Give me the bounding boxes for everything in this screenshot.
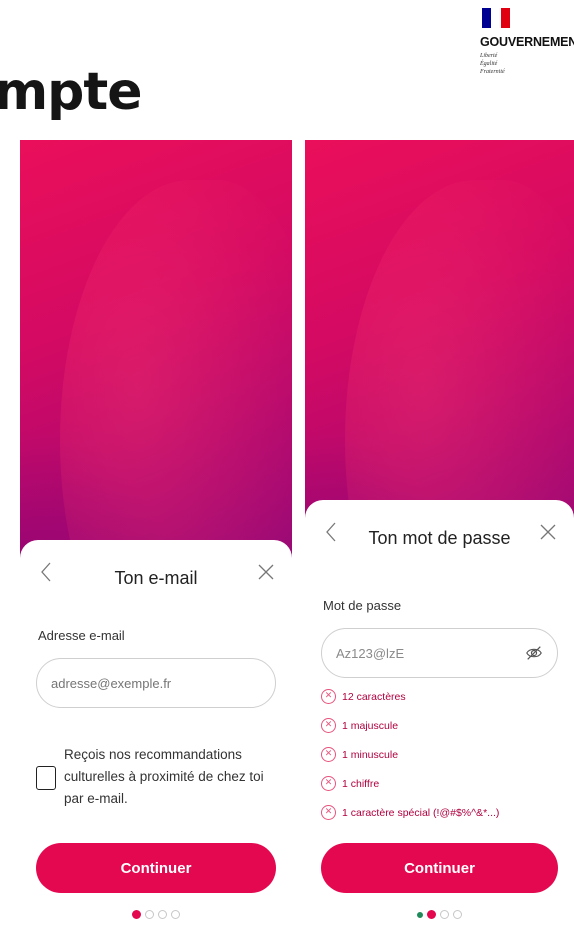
email-field-label: Adresse e-mail xyxy=(38,628,125,643)
step-dot-done xyxy=(417,911,423,918)
continue-button[interactable]: Continuer xyxy=(36,843,276,893)
rule-text: 1 majuscule xyxy=(342,719,399,732)
circle-x-icon: ✕ xyxy=(321,689,336,704)
recommendations-optin[interactable]: Reçois nos recommandations culturelles à… xyxy=(36,744,276,810)
circle-x-icon: ✕ xyxy=(321,776,336,791)
password-field-label: Mot de passe xyxy=(323,598,402,613)
password-input[interactable] xyxy=(336,645,525,661)
government-logo: GOUVERNEMENT Liberté Égalité Fraternité xyxy=(480,8,574,108)
step-indicator xyxy=(305,910,574,919)
eye-icon[interactable] xyxy=(525,644,543,662)
circle-x-icon: ✕ xyxy=(321,805,336,820)
step-dot-active xyxy=(132,910,141,919)
step-dot xyxy=(158,910,167,919)
close-button[interactable] xyxy=(254,560,278,584)
motto-liberte: Liberté xyxy=(480,53,498,59)
sheet-header: Ton e-mail xyxy=(20,540,292,600)
french-flag-icon xyxy=(482,8,510,28)
continue-button[interactable]: Continuer xyxy=(321,843,558,893)
motto-egalite: Égalité xyxy=(480,61,498,67)
rule-item: ✕ 12 caractères xyxy=(321,682,564,711)
recommendations-label: Reçois nos recommandations culturelles à… xyxy=(64,747,264,806)
email-field[interactable] xyxy=(36,658,276,708)
password-sheet: Ton mot de passe Mot de passe ✕ 12 carac… xyxy=(305,500,574,926)
sheet-title: Ton e-mail xyxy=(114,568,198,588)
step-dot xyxy=(440,910,449,919)
close-icon xyxy=(258,564,274,580)
sheet-header: Ton mot de passe xyxy=(305,500,574,560)
step-dot xyxy=(453,910,462,919)
rule-item: ✕ 1 minuscule xyxy=(321,740,564,769)
step-dot-active xyxy=(427,910,436,919)
rule-item: ✕ 1 majuscule xyxy=(321,711,564,740)
email-screen: Ton e-mail Adresse e-mail Reçois nos rec… xyxy=(20,140,292,926)
rule-text: 1 chiffre xyxy=(342,777,380,790)
rule-text: 1 minuscule xyxy=(342,748,399,761)
close-button[interactable] xyxy=(536,520,560,544)
close-icon xyxy=(540,524,556,540)
password-screen: Ton mot de passe Mot de passe ✕ 12 carac… xyxy=(305,140,574,926)
email-input[interactable] xyxy=(51,675,261,691)
circle-x-icon: ✕ xyxy=(321,747,336,762)
government-name: GOUVERNEMENT xyxy=(480,35,574,49)
rule-text: 12 caractères xyxy=(342,690,406,703)
motto-fraternite: Fraternité xyxy=(480,69,505,75)
rule-item: ✕ 1 caractère spécial (!@#$%^&*...) xyxy=(321,798,564,827)
step-dot xyxy=(145,910,154,919)
password-field[interactable] xyxy=(321,628,558,678)
step-indicator xyxy=(20,910,292,919)
recommendations-checkbox[interactable] xyxy=(36,766,56,790)
password-rules: ✕ 12 caractères ✕ 1 majuscule ✕ 1 minusc… xyxy=(321,682,564,827)
page-title: mpte xyxy=(0,62,143,122)
step-dot xyxy=(171,910,180,919)
email-sheet: Ton e-mail Adresse e-mail Reçois nos rec… xyxy=(20,540,292,926)
sheet-title: Ton mot de passe xyxy=(368,528,511,548)
circle-x-icon: ✕ xyxy=(321,718,336,733)
rule-item: ✕ 1 chiffre xyxy=(321,769,564,798)
rule-text: 1 caractère spécial (!@#$%^&*...) xyxy=(342,806,500,819)
